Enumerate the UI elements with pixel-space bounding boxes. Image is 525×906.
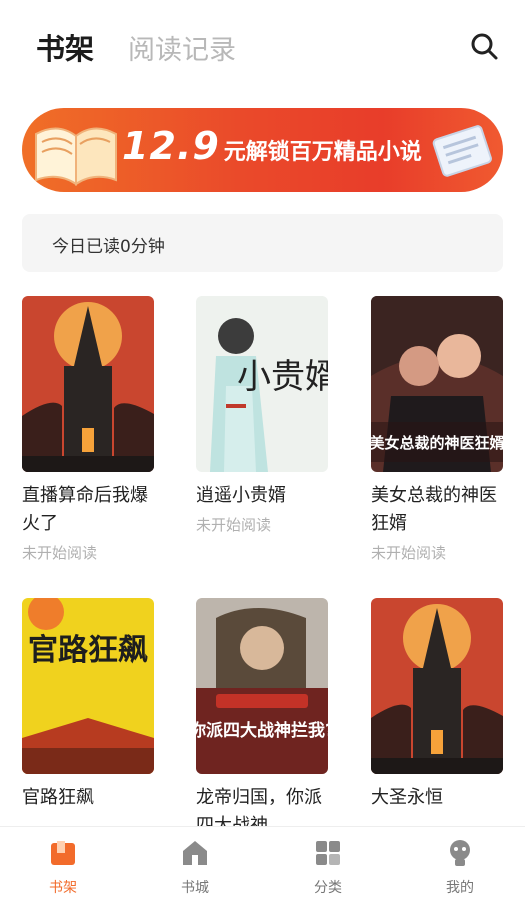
top-header: 书架 阅读记录 [0,0,525,92]
book-item[interactable]: 官路狂飙 官路狂飙 [22,598,154,812]
book-status: 未开始阅读 [371,544,447,562]
bottom-nav: 书架 书城 分类 我的 [0,826,525,906]
cover-title-text: 你派四大战神拦我? [196,720,328,741]
search-button[interactable] [468,30,500,62]
book-title: 直播算命后我爆火了 [22,485,148,534]
book-status: 未开始阅读 [196,516,272,534]
search-icon [471,33,498,60]
store-icon [183,841,207,865]
book-cover: 小贵婿 [196,296,328,472]
profile-icon [450,840,470,866]
cover-title-text: 官路狂飙 [28,633,148,668]
nav-label: 书架 [49,880,77,896]
book-item[interactable]: 大圣永恒 [371,598,503,812]
nav-profile[interactable]: 我的 [420,837,500,897]
nav-label: 我的 [446,880,474,896]
coupon-icon [432,125,492,177]
nav-category[interactable]: 分类 [288,837,368,897]
book-item[interactable]: 小贵婿 逍遥小贵婿 未开始阅读 [196,296,328,535]
book-cover [371,598,503,774]
open-book-icon [35,127,117,186]
book-cover: 美女总裁的神医狂婿 [371,296,503,472]
book-title: 美女总裁的神医狂婿 [371,485,497,534]
promo-message: 元解锁百万精品小说 [223,140,422,165]
today-reading-text: 今日已读0分钟 [52,237,165,257]
book-title: 逍遥小贵婿 [196,485,286,506]
promo-banner[interactable]: 12.9 元解锁百万精品小说 [22,108,503,192]
nav-label: 分类 [314,880,342,896]
book-item[interactable]: 美女总裁的神医狂婿 美女总裁的神医狂婿 未开始阅读 [371,296,503,563]
promo-text: 12.9 元解锁百万精品小说 [122,124,422,168]
book-cover: 官路狂飙 [22,598,154,774]
book-title: 大圣永恒 [371,787,443,808]
cover-title-text: 美女总裁的神医狂婿 [371,434,503,452]
promo-price: 12.9 [122,124,220,168]
book-item[interactable]: 直播算命后我爆火了 未开始阅读 [22,296,154,563]
book-title: 官路狂飙 [22,787,94,808]
book-cover [22,296,154,472]
tab-bookshelf[interactable]: 书架 [36,26,94,68]
category-icon [316,841,340,865]
book-cover: 你派四大战神拦我? [196,598,328,774]
book-status: 未开始阅读 [22,544,98,562]
bookshelf-icon [51,841,75,865]
nav-bookshelf[interactable]: 书架 [23,837,103,897]
tab-reading-history[interactable]: 阅读记录 [128,28,236,67]
today-reading-bar: 今日已读0分钟 [22,214,503,272]
nav-store[interactable]: 书城 [155,837,235,897]
book-item[interactable]: 你派四大战神拦我? 龙帝归国，你派四大战神 [196,598,328,840]
nav-label: 书城 [181,880,209,896]
cover-title-text: 小贵婿 [237,357,328,397]
